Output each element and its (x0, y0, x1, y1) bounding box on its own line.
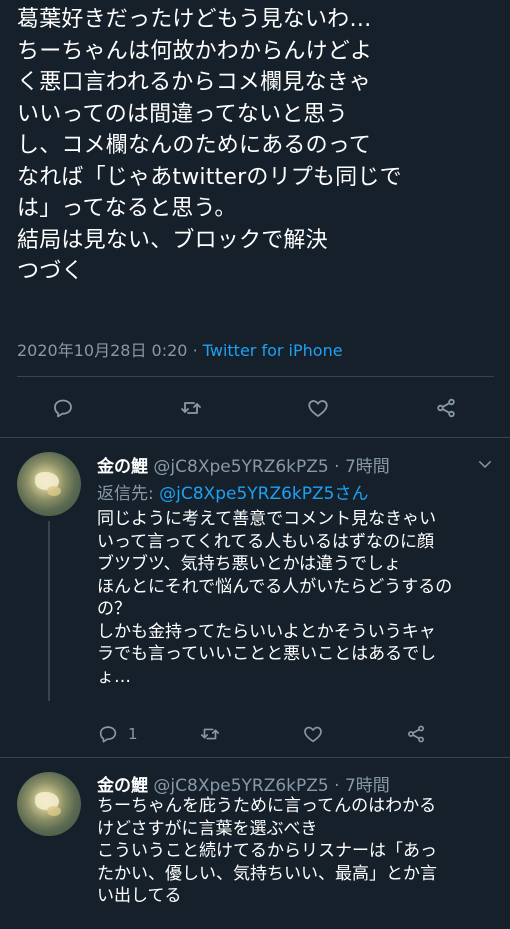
share-button[interactable] (428, 390, 464, 426)
reply-to-label: 返信先: (97, 484, 154, 504)
reply-icon (54, 399, 72, 418)
reply-button[interactable] (45, 390, 81, 426)
tweet-meta: 2020年10月28日 0:20 · Twitter for iPhone (17, 337, 343, 361)
meta-separator: · (334, 457, 340, 477)
reply-button[interactable]: 1 (97, 719, 138, 749)
share-button[interactable] (405, 719, 427, 749)
chevron-down-icon[interactable] (476, 455, 494, 473)
retweet-icon (181, 402, 201, 414)
reply-icon (99, 726, 117, 743)
reply-header: 金の鯉 @jC8Xpe5YRZ6kPZ5 · 7時間 (97, 452, 390, 477)
divider (0, 757, 510, 758)
tweet-actions (0, 390, 510, 426)
avatar[interactable] (17, 772, 81, 836)
thread-line (48, 521, 50, 701)
meta-separator: · (192, 341, 198, 360)
divider (0, 437, 510, 438)
share-icon (437, 398, 455, 418)
reply-time[interactable]: 7時間 (345, 457, 390, 477)
reply-to-line: 返信先: @jC8Xpe5YRZ6kPZ5さん (97, 479, 368, 504)
retweet-button[interactable] (173, 390, 209, 426)
reply-header: 金の鯉 @jC8Xpe5YRZ6kPZ5 · 7時間 (97, 771, 390, 796)
divider (17, 376, 494, 377)
tweet-timestamp[interactable]: 2020年10月28日 0:20 (17, 341, 187, 360)
reply-to-mention[interactable]: @jC8Xpe5YRZ6kPZ5さん (159, 484, 368, 504)
reply-time[interactable]: 7時間 (345, 776, 390, 796)
meta-separator: · (334, 776, 340, 796)
user-name[interactable]: 金の鯉 (97, 776, 148, 796)
share-icon (408, 725, 424, 743)
reply-text: 同じように考えて善意でコメント見なきゃい いって言ってくれてる人もいるはずなのに… (97, 509, 453, 687)
tweet-source-link[interactable]: Twitter for iPhone (203, 341, 343, 360)
like-button[interactable] (302, 719, 324, 749)
heart-icon (304, 726, 322, 743)
reply-count: 1 (128, 725, 138, 743)
user-name[interactable]: 金の鯉 (97, 457, 148, 477)
retweet-icon (200, 728, 220, 740)
user-handle[interactable]: @jC8Xpe5YRZ6kPZ5 (153, 457, 328, 477)
tweet-text: 葛葉好きだったけどもう見ないわ… ちーちゃんは何故かわからんけどよ く悪口言われ… (17, 7, 402, 284)
retweet-button[interactable] (199, 719, 221, 749)
user-handle[interactable]: @jC8Xpe5YRZ6kPZ5 (153, 776, 328, 796)
reply-actions: 1 (0, 719, 510, 749)
like-button[interactable] (300, 390, 336, 426)
reply-text: ちーちゃんを庇うために言ってんのはわかる けどさすがに言葉を選ぶべき こういうこ… (97, 796, 437, 906)
heart-icon (308, 400, 328, 417)
avatar[interactable] (17, 452, 81, 516)
